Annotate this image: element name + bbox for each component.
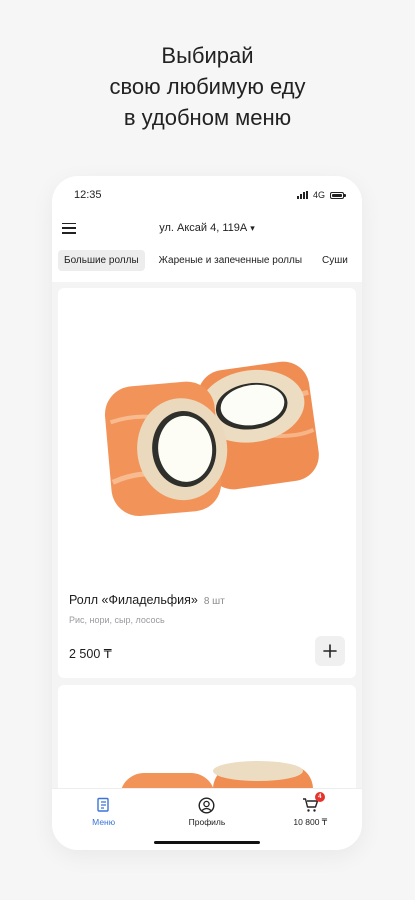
status-bar: 12:35 4G (52, 176, 362, 214)
tab-large-rolls[interactable]: Большие роллы (58, 250, 145, 271)
product-image (104, 361, 319, 517)
address-text: ул. Аксай 4, 119А (159, 222, 248, 234)
battery-icon (330, 191, 346, 199)
address-selector[interactable]: ул. Аксай 4, 119А ▾ (52, 222, 362, 234)
product-price: 2 500 ₸ (69, 647, 112, 661)
product-card[interactable]: Ролл «Филадельфия» 8 шт Рис, нори, сыр, л… (58, 288, 356, 678)
cart-count-badge: 4 (314, 792, 325, 802)
phone-frame: 12:35 4G ул. Аксай 4, 119А ▾ Большие ролл… (52, 176, 362, 850)
product-name: Ролл «Филадельфия» (69, 593, 198, 607)
nav-menu[interactable]: Меню (64, 796, 144, 850)
product-quantity: 8 шт (203, 596, 225, 607)
product-description: Рис, нори, сыр, лосось (69, 615, 165, 625)
menu-icon (96, 797, 109, 812)
product-image (120, 761, 313, 805)
add-to-cart-button[interactable] (315, 636, 345, 666)
top-bar: ул. Аксай 4, 119А ▾ (52, 214, 362, 242)
category-tabs: Большие роллы Жареные и запеченные роллы… (52, 242, 362, 277)
promo-line-1: Выбирай (161, 43, 254, 68)
tab-fried-rolls[interactable]: Жареные и запеченные роллы (153, 250, 308, 271)
profile-icon (198, 796, 215, 814)
status-time: 12:35 (74, 189, 102, 201)
plus-icon (323, 644, 337, 658)
network-label: 4G (312, 190, 325, 200)
chevron-down-icon: ▾ (250, 223, 255, 233)
promo-line-2: свою любимую еду (109, 74, 306, 99)
nav-profile-label: Профиль (188, 817, 226, 827)
promo-text: Выбирай свою любимую еду в удобном меню (0, 40, 415, 133)
product-card[interactable] (58, 685, 356, 805)
status-indicators: 4G (296, 190, 346, 200)
product-feed[interactable]: Ролл «Филадельфия» 8 шт Рис, нори, сыр, л… (52, 282, 362, 850)
nav-cart[interactable]: 4 10 800 ₸ (270, 792, 350, 850)
product-title: Ролл «Филадельфия» 8 шт (69, 593, 225, 607)
nav-menu-label: Меню (92, 817, 116, 827)
nav-cart-label: 10 800 ₸ (293, 817, 328, 827)
tab-sushi[interactable]: Суши (316, 250, 354, 271)
promo-line-3: в удобном меню (123, 105, 292, 130)
home-indicator (154, 841, 260, 844)
signal-icon (296, 191, 308, 199)
